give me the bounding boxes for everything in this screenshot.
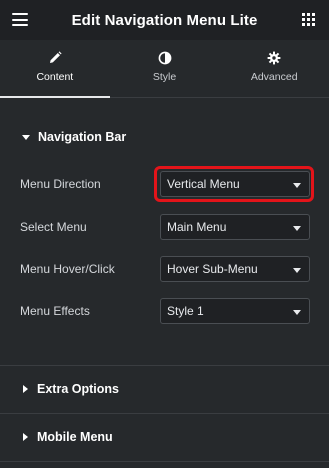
section-extra-options[interactable]: Extra Options — [0, 367, 329, 411]
section-title: Extra Options — [37, 382, 119, 396]
select-menu-select[interactable]: Main Menu — [160, 214, 310, 240]
caret-down-icon — [293, 310, 301, 315]
caret-down-icon — [293, 268, 301, 273]
field-label: Menu Hover/Click — [20, 262, 115, 276]
hamburger-icon[interactable] — [12, 13, 28, 26]
select-value: Vertical Menu — [167, 177, 240, 191]
section-navigation-bar[interactable]: Navigation Bar — [0, 115, 329, 159]
gear-icon — [267, 51, 281, 65]
tab-style[interactable]: Style — [110, 40, 220, 97]
chevron-right-icon — [23, 385, 28, 393]
field-menu-hover-click: Menu Hover/Click Hover Sub-Menu — [20, 256, 310, 282]
tab-bar: Content Style Advanced — [0, 40, 329, 98]
tab-advanced-label: Advanced — [250, 71, 298, 83]
panel-title: Edit Navigation Menu Lite — [71, 11, 258, 29]
menu-effects-select[interactable]: Style 1 — [160, 298, 310, 324]
field-menu-effects: Menu Effects Style 1 — [20, 298, 310, 324]
select-value: Main Menu — [167, 220, 227, 234]
select-value: Hover Sub-Menu — [167, 262, 258, 276]
caret-down-icon — [293, 226, 301, 231]
divider — [0, 461, 329, 462]
field-label: Menu Direction — [20, 177, 101, 191]
field-select-menu: Select Menu Main Menu — [20, 214, 310, 240]
pencil-icon — [49, 51, 62, 63]
section-mobile-menu[interactable]: Mobile Menu — [0, 415, 329, 459]
field-label: Select Menu — [20, 220, 87, 234]
menu-hover-click-select[interactable]: Hover Sub-Menu — [160, 256, 310, 282]
half-circle-icon — [158, 51, 171, 65]
tab-advanced[interactable]: Advanced — [219, 40, 329, 97]
chevron-right-icon — [23, 433, 28, 441]
chevron-down-icon — [22, 134, 30, 140]
divider — [0, 413, 329, 414]
section-title: Mobile Menu — [37, 430, 113, 444]
select-value: Style 1 — [167, 304, 204, 318]
section-title: Navigation Bar — [38, 130, 127, 144]
tab-content-label: Content — [36, 71, 74, 83]
field-menu-direction: Menu Direction Vertical Menu — [20, 171, 310, 197]
panel-header: Edit Navigation Menu Lite — [0, 0, 329, 40]
caret-down-icon — [293, 183, 301, 188]
menu-direction-select[interactable]: Vertical Menu — [160, 171, 310, 197]
grid-icon[interactable] — [302, 13, 315, 26]
tab-content[interactable]: Content — [0, 40, 110, 98]
tab-style-label: Style — [152, 71, 177, 83]
field-label: Menu Effects — [20, 304, 90, 318]
divider — [0, 365, 329, 366]
